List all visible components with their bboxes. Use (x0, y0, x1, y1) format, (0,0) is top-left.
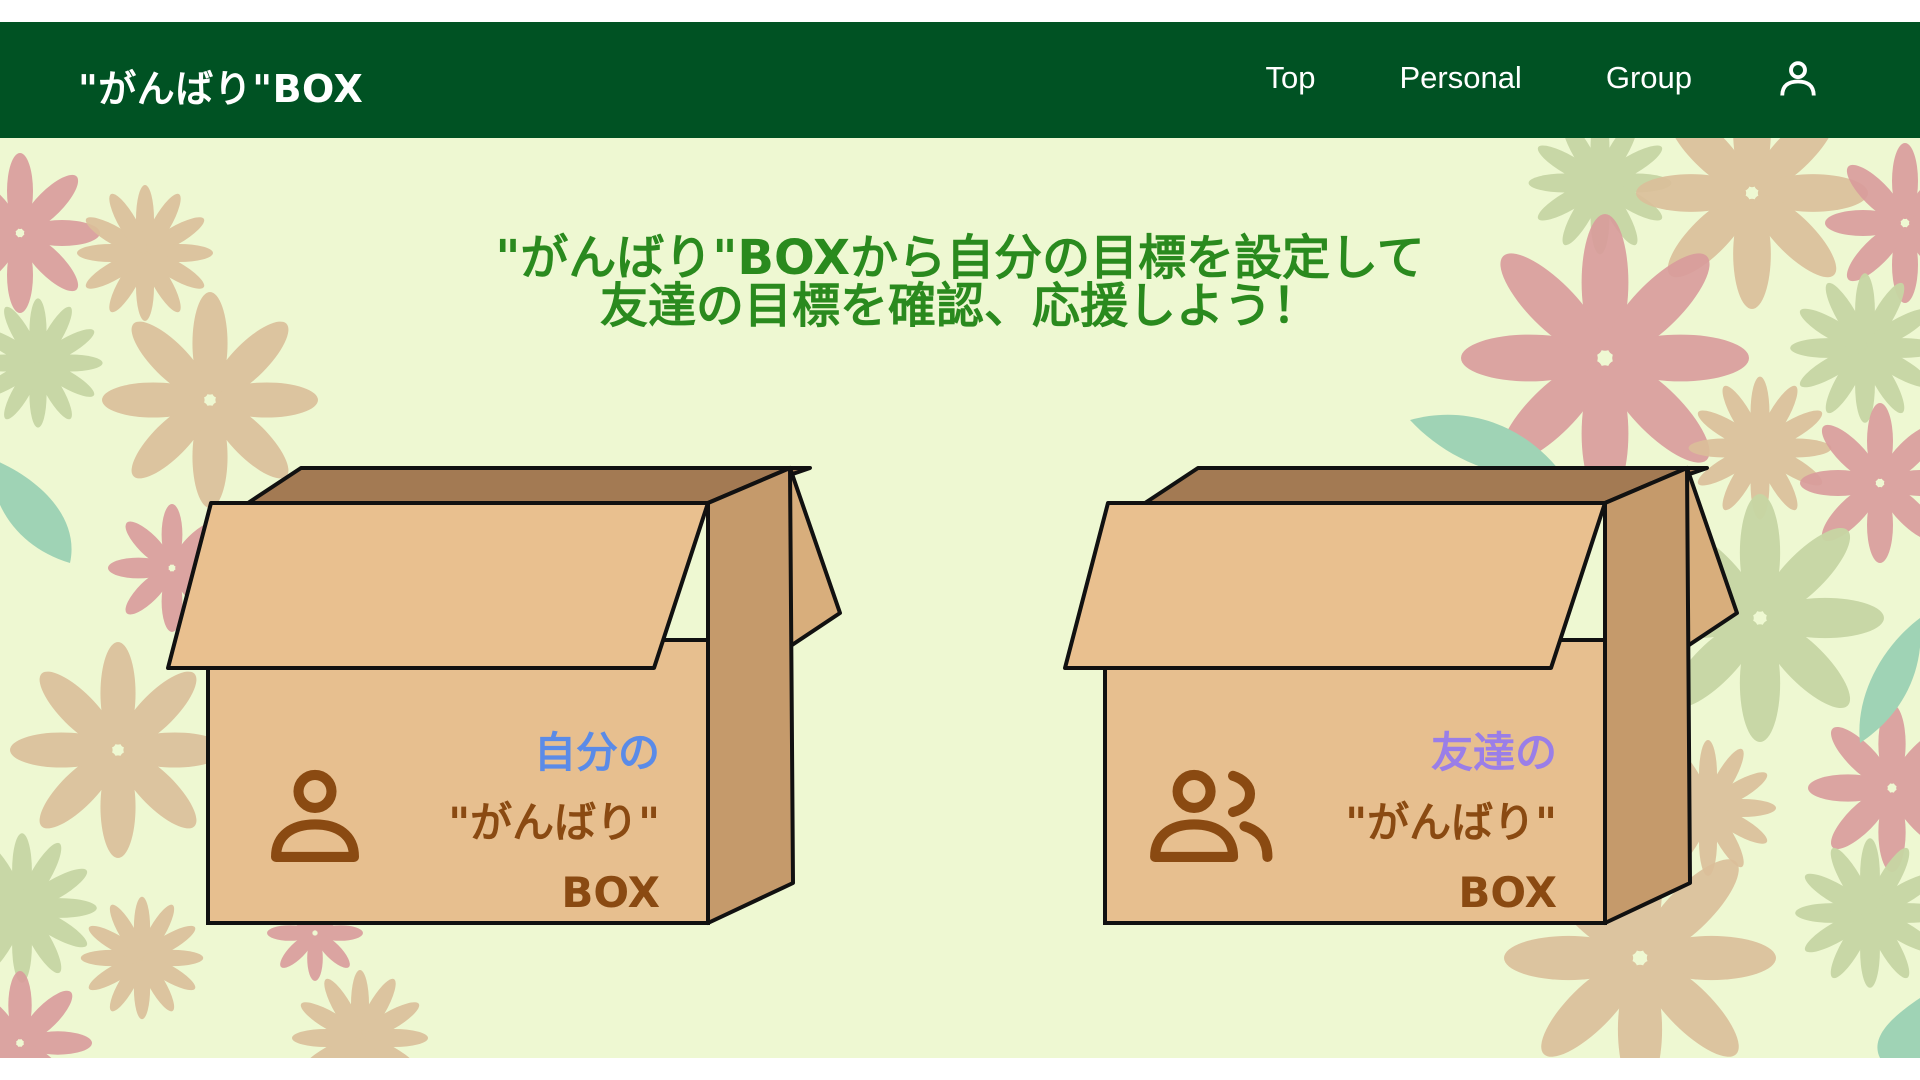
users-icon (1150, 769, 1273, 862)
personal-box-card[interactable]: 自分の "がんばり" BOX (150, 466, 850, 968)
group-box-line-3: BOX (1458, 868, 1557, 917)
group-box-line-2: "がんばり" (1345, 798, 1557, 847)
nav-personal-link[interactable]: Personal (1399, 60, 1521, 96)
group-box-card[interactable]: 友達の "がんばり" BOX (1047, 466, 1747, 968)
account-button[interactable] (1776, 56, 1820, 100)
hero-section: "がんばり"BOXから自分の目標を設定して 友達の目標を確認、応援しよう！ 自分… (0, 138, 1920, 1058)
personal-box-line-2: "がんばり" (448, 798, 660, 847)
personal-box-label: 自分の "がんばり" BOX (448, 718, 660, 928)
personal-box-line-1: 自分の (533, 728, 660, 777)
user-icon (271, 769, 359, 862)
group-box-line-1: 友達の (1430, 728, 1557, 777)
brand-title[interactable]: "がんばり"BOX (78, 58, 363, 113)
top-navbar: "がんばり"BOX Top Personal Group (0, 22, 1920, 138)
app-root: "がんばり"BOX Top Personal Group "がんばり"BOXから… (0, 0, 1920, 1080)
group-box-label: 友達の "がんばり" BOX (1345, 718, 1557, 928)
personal-box-line-3: BOX (561, 868, 660, 917)
headline-line-1: "がんばり"BOXから自分の目標を設定して (495, 230, 1425, 286)
user-icon (1780, 61, 1816, 96)
headline-line-2: 友達の目標を確認、応援しよう！ (599, 278, 1320, 334)
hero-headline: "がんばり"BOXから自分の目標を設定して 友達の目標を確認、応援しよう！ (0, 234, 1920, 330)
main-nav: Top Personal Group (1265, 56, 1820, 100)
nav-group-link[interactable]: Group (1606, 60, 1692, 96)
nav-top-link[interactable]: Top (1265, 60, 1315, 96)
